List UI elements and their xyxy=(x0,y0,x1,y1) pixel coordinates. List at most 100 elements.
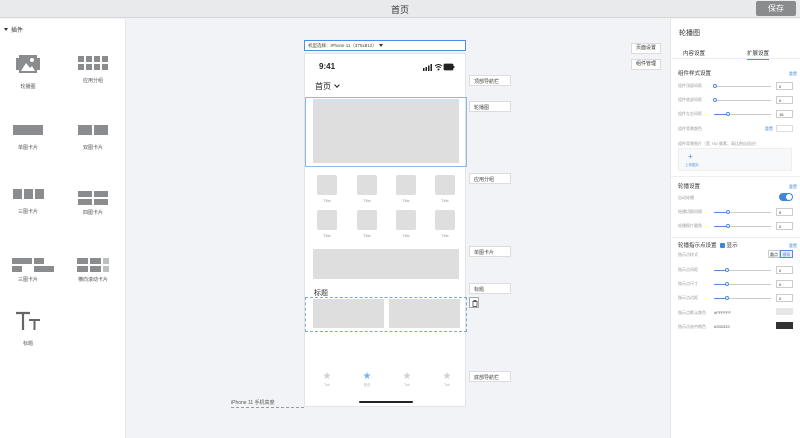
component-title[interactable]: 标题 xyxy=(4,311,52,347)
label-top-margin: 组件顶部间距 xyxy=(678,83,702,88)
input-indicator-gap[interactable]: 0 xyxy=(776,266,793,274)
app-item[interactable]: Title xyxy=(396,210,416,238)
reset-indicator-button[interactable]: 重置 xyxy=(789,243,797,249)
image-icon xyxy=(16,55,40,73)
reset-carousel-button[interactable]: 重置 xyxy=(789,184,797,190)
slider-knob[interactable] xyxy=(725,282,729,286)
bg-color-swatch[interactable] xyxy=(776,125,793,132)
device-height-line xyxy=(231,407,304,408)
component-label: 标题 xyxy=(22,341,33,347)
component-scroll-card[interactable]: 横向滚动卡片 xyxy=(69,251,117,283)
panel-title: 轮播图 xyxy=(679,30,700,37)
single-card-placeholder[interactable] xyxy=(313,249,459,279)
group-component-style: 组件样式设置 xyxy=(678,71,712,77)
star-icon: ★ xyxy=(362,371,372,382)
show-indicator-checkbox[interactable] xyxy=(720,242,726,248)
double-card-right[interactable] xyxy=(389,299,460,328)
slider-knob[interactable] xyxy=(713,84,717,88)
label-indicator-margin: 指示点边距 xyxy=(678,295,698,300)
input-top-margin[interactable]: 0 xyxy=(776,82,793,90)
app-item[interactable]: Title xyxy=(357,175,377,203)
label-bottom-margin: 组件底部间距 xyxy=(678,97,702,102)
reset-bg-color[interactable]: 重置 xyxy=(765,126,773,132)
tag-single-card[interactable]: 单图卡片 xyxy=(469,246,511,257)
tab-item-home[interactable]: ★ 首页 xyxy=(355,372,379,388)
slider-knob[interactable] xyxy=(713,98,717,102)
tag-bottom-nav[interactable]: 底部导航栏 xyxy=(469,371,511,382)
slider-knob[interactable] xyxy=(726,224,730,228)
tab-content-settings[interactable]: 内容设置 xyxy=(683,49,705,57)
battery-icon xyxy=(443,63,455,71)
triple-card-icon xyxy=(12,186,44,203)
star-icon: ★ xyxy=(322,371,332,382)
label-indicator-active-color: 指示点选中颜色 xyxy=(678,324,706,329)
component-label: 三图卡片 xyxy=(17,277,38,283)
component-manage-button[interactable]: 组件管理 xyxy=(631,59,661,70)
nav-home-title[interactable]: 首页 xyxy=(315,81,340,92)
device-height-label: iPhone 11 手机高度 xyxy=(231,400,275,406)
component-quad-card[interactable]: 四图卡片 xyxy=(69,184,117,216)
input-bottom-margin[interactable]: 0 xyxy=(776,96,793,104)
tag-top-nav[interactable]: 顶部导航栏 xyxy=(469,75,511,86)
input-indicator-size[interactable]: 0 xyxy=(776,280,793,288)
tag-carousel[interactable]: 轮播图 xyxy=(469,101,511,112)
triple-card-2-icon xyxy=(12,258,54,272)
app-item[interactable]: Title xyxy=(396,175,416,203)
input-indicator-margin[interactable]: 0 xyxy=(776,294,793,302)
tab-item-3[interactable]: ★ Tab xyxy=(395,372,419,388)
app-item[interactable]: Title xyxy=(435,210,455,238)
tag-title[interactable]: 标题 xyxy=(469,283,511,294)
section-header-plugins[interactable]: 插件 xyxy=(4,25,23,34)
star-icon: ★ xyxy=(442,371,452,382)
group-indicator-settings: 轮播指示点设置 显示 xyxy=(678,242,738,249)
slider-knob[interactable] xyxy=(725,268,729,272)
component-triple-card-2[interactable]: 三图卡片 xyxy=(4,251,54,283)
tab-item-1[interactable]: ★ Tab xyxy=(315,371,339,388)
grid-icon xyxy=(69,56,117,70)
save-button[interactable]: 保存 xyxy=(756,1,796,16)
app-item[interactable]: Title xyxy=(435,175,455,203)
delete-button[interactable] xyxy=(469,297,479,308)
slider-top-margin[interactable] xyxy=(714,86,771,87)
slider-knob[interactable] xyxy=(726,210,730,214)
indicator-style-dot[interactable]: 圆点 xyxy=(768,250,780,258)
component-double-card[interactable]: 双图卡片 xyxy=(69,122,117,151)
indicator-active-color-swatch[interactable] xyxy=(776,322,793,329)
input-image-radius[interactable]: 0 xyxy=(776,222,793,230)
double-card-icon xyxy=(78,122,108,139)
component-app-group[interactable]: 应用分组 xyxy=(69,56,117,84)
plus-icon: + xyxy=(688,152,693,161)
device-select[interactable]: 机型选择：iPhone 11（375x812） xyxy=(304,40,466,51)
input-side-margin[interactable]: 16 xyxy=(776,110,793,118)
home-indicator xyxy=(359,401,413,403)
indicator-default-color-swatch[interactable] xyxy=(776,308,793,315)
app-item[interactable]: Title xyxy=(317,210,337,238)
component-triple-card[interactable]: 三图卡片 xyxy=(4,186,52,215)
app-item[interactable]: Title xyxy=(357,210,377,238)
caret-down-icon xyxy=(378,44,383,47)
slider-knob[interactable] xyxy=(726,112,730,116)
autoplay-toggle[interactable] xyxy=(779,193,793,201)
carousel-placeholder[interactable] xyxy=(313,99,459,163)
indicator-default-color-value: #FFFFFF xyxy=(714,310,731,315)
tab-extended-settings[interactable]: 扩展设置 xyxy=(747,49,770,60)
double-card-left[interactable] xyxy=(313,299,384,328)
signal-icon xyxy=(423,64,432,71)
component-single-card[interactable]: 单图卡片 xyxy=(4,122,52,151)
page-settings-button[interactable]: 页面设置 xyxy=(631,43,661,54)
input-interval[interactable]: 5 xyxy=(776,208,793,216)
tab-item-4[interactable]: ★ Tab xyxy=(435,371,459,388)
app-item[interactable]: Title xyxy=(317,175,337,203)
label-indicator-size: 指示点尺寸 xyxy=(678,281,698,286)
slider-knob[interactable] xyxy=(725,296,729,300)
tag-app-group[interactable]: 应用分组 xyxy=(469,173,511,184)
indicator-style-bar[interactable]: 横条 xyxy=(780,250,793,258)
chevron-down-icon xyxy=(334,82,340,88)
slider-bottom-margin[interactable] xyxy=(714,100,771,101)
trash-icon xyxy=(472,300,478,307)
reset-style-button[interactable]: 重置 xyxy=(789,71,797,77)
wifi-icon xyxy=(434,64,443,71)
component-carousel[interactable]: 轮播图 xyxy=(4,54,52,90)
scroll-card-icon xyxy=(77,258,109,272)
upload-image-button[interactable]: + 上传图片 xyxy=(678,148,792,171)
